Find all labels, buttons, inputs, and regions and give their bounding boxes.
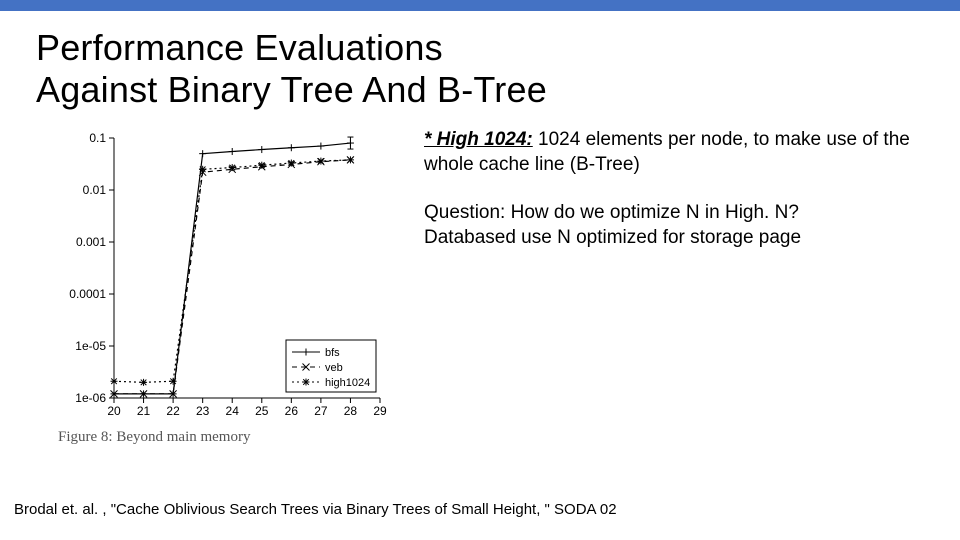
- note-high1024-label: * High 1024:: [424, 129, 533, 150]
- note-question-line1: Question: How do we optimize N in High. …: [424, 202, 799, 223]
- svg-text:29: 29: [373, 404, 387, 418]
- svg-text:20: 20: [107, 404, 121, 418]
- svg-text:27: 27: [314, 404, 328, 418]
- chart-column: 1e-06 1e-05 0.0001 0.001 0.01 0.1 20 21 22 23 24 25…: [52, 126, 394, 446]
- svg-text:1e-05: 1e-05: [75, 339, 106, 353]
- svg-text:0.1: 0.1: [89, 131, 106, 145]
- svg-text:26: 26: [285, 404, 299, 418]
- svg-text:23: 23: [196, 404, 210, 418]
- note-question: Question: How do we optimize N in High. …: [424, 201, 924, 250]
- svg-text:1e-06: 1e-06: [75, 391, 106, 405]
- notes-column: * High 1024: 1024 elements per node, to …: [394, 126, 960, 446]
- slide-accent-bar: [0, 0, 960, 11]
- figure-caption: Figure 8: Beyond main memory: [58, 429, 394, 446]
- slide-title: Performance EvaluationsAgainst Binary Tr…: [36, 27, 960, 112]
- citation: Brodal et. al. , "Cache Oblivious Search…: [14, 501, 617, 518]
- svg-text:high1024: high1024: [325, 377, 370, 389]
- svg-text:0.001: 0.001: [76, 235, 106, 249]
- svg-text:bfs: bfs: [325, 347, 340, 359]
- svg-text:22: 22: [166, 404, 180, 418]
- svg-text:0.0001: 0.0001: [69, 287, 106, 301]
- svg-text:25: 25: [255, 404, 269, 418]
- content-row: 1e-06 1e-05 0.0001 0.001 0.01 0.1 20 21 22 23 24 25…: [0, 126, 960, 446]
- svg-text:0.01: 0.01: [83, 183, 107, 197]
- chart: 1e-06 1e-05 0.0001 0.001 0.01 0.1 20 21 22 23 24 25…: [52, 126, 390, 422]
- svg-text:24: 24: [226, 404, 240, 418]
- svg-text:veb: veb: [325, 362, 343, 374]
- svg-text:28: 28: [344, 404, 358, 418]
- svg-text:21: 21: [137, 404, 151, 418]
- note-question-line2: Databased use N optimized for storage pa…: [424, 227, 801, 248]
- note-high1024: * High 1024: 1024 elements per node, to …: [424, 128, 924, 177]
